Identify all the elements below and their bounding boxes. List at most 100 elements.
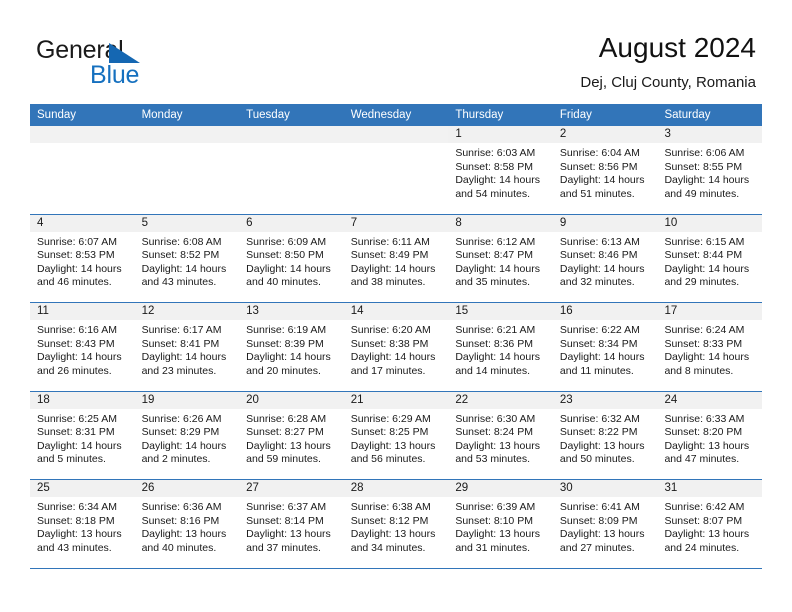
daylight-text-line1: Daylight: 14 hours <box>37 262 122 275</box>
daylight-text-line1: Daylight: 13 hours <box>664 528 750 541</box>
day-cell[interactable]: 2 Sunrise: 6:04 AM Sunset: 8:56 PM Daylight… <box>552 126 658 214</box>
day-cell[interactable]: 31 Sunrise: 6:42 AM Sunset: 8:07 PM Dayligh… <box>657 480 763 568</box>
sunrise-text: Sunrise: 6:03 AM <box>455 147 536 159</box>
day-cell[interactable]: 15 Sunrise: 6:21 AM Sunset: 8:36 PM Dayligh… <box>448 303 553 391</box>
daylight-text-line2: and 43 minutes. <box>141 276 217 289</box>
day-cell[interactable]: 30 Sunrise: 6:41 AM Sunset: 8:09 PM Dayligh… <box>552 480 658 568</box>
daylight-text-line1: Daylight: 13 hours <box>37 528 122 541</box>
day-cell[interactable]: 5 Sunrise: 6:08 AM Sunset: 8:52 PM Daylight… <box>134 214 240 302</box>
daylight-text-line2: and 8 minutes. <box>664 364 734 377</box>
day-cell[interactable]: 11 Sunrise: 6:16 AM Sunset: 8:43 PM Dayligh… <box>30 303 135 391</box>
day-number: 5 <box>141 216 148 229</box>
daylight-text-line2: and 50 minutes. <box>559 453 635 466</box>
sunrise-text: Sunrise: 6:06 AM <box>664 147 745 159</box>
day-cell[interactable]: 7 Sunrise: 6:11 AM Sunset: 8:49 PM Daylight… <box>343 214 449 302</box>
day-cell[interactable]: 3 Sunrise: 6:06 AM Sunset: 8:55 PM Daylight… <box>657 126 763 214</box>
day-cell[interactable]: 10 Sunrise: 6:15 AM Sunset: 8:44 PM Dayligh… <box>657 214 763 302</box>
day-cell[interactable]: 19 Sunrise: 6:26 AM Sunset: 8:29 PM Dayligh… <box>134 391 240 479</box>
sunrise-text: Sunrise: 6:39 AM <box>455 501 536 513</box>
day-cell[interactable]: 24 Sunrise: 6:33 AM Sunset: 8:20 PM Dayligh… <box>657 391 763 479</box>
daylight-text-line1: Daylight: 13 hours <box>455 439 540 452</box>
day-cell[interactable]: 14 Sunrise: 6:20 AM Sunset: 8:38 PM Dayligh… <box>343 303 449 391</box>
triangle-icon <box>109 43 140 63</box>
day-cell[interactable]: 29 Sunrise: 6:39 AM Sunset: 8:10 PM Dayligh… <box>448 480 553 568</box>
day-cell[interactable]: 13 Sunrise: 6:19 AM Sunset: 8:39 PM Dayligh… <box>239 303 344 391</box>
day-number: 27 <box>246 482 259 494</box>
day-cell[interactable]: 26 Sunrise: 6:36 AM Sunset: 8:16 PM Dayligh… <box>134 480 240 568</box>
sunset-text: Sunset: 8:20 PM <box>664 426 743 439</box>
daylight-text-line2: and 49 minutes. <box>664 187 740 200</box>
daylight-text-line1: Daylight: 14 hours <box>559 174 645 187</box>
sunrise-text: Sunrise: 6:04 AM <box>559 147 640 159</box>
day-cell[interactable]: 16 Sunrise: 6:22 AM Sunset: 8:34 PM Dayligh… <box>552 303 658 391</box>
calendar-grid: Sunday Monday Tuesday Wednesday Thursday Frid… <box>30 104 763 569</box>
day-number: 18 <box>37 393 50 406</box>
daylight-text-line1: Daylight: 14 hours <box>455 174 540 187</box>
day-number-band: 22 <box>448 391 553 409</box>
daylight-text-line1: Daylight: 14 hours <box>141 351 227 364</box>
daylight-text-line2: and 37 minutes. <box>246 541 321 554</box>
day-number-band: 3 <box>657 126 763 143</box>
day-number-band: 30 <box>552 480 658 497</box>
day-number: 20 <box>246 393 259 406</box>
day-cell[interactable]: 17 Sunrise: 6:24 AM Sunset: 8:33 PM Dayligh… <box>657 303 763 391</box>
day-cell[interactable]: 1 Sunrise: 6:03 AM Sunset: 8:58 PM Daylight… <box>448 126 553 214</box>
daylight-text-line2: and 40 minutes. <box>246 276 321 289</box>
day-cell[interactable]: 18 Sunrise: 6:25 AM Sunset: 8:31 PM Dayligh… <box>30 391 135 479</box>
brand-name-blue: Blue <box>90 61 140 89</box>
day-number-band <box>134 126 240 143</box>
weekday-header-saturday: Saturday <box>664 109 711 121</box>
day-cell[interactable]: 25 Sunrise: 6:34 AM Sunset: 8:18 PM Dayligh… <box>30 480 135 568</box>
sunset-text: Sunset: 8:58 PM <box>455 160 533 173</box>
day-cell[interactable]: 4 Sunrise: 6:07 AM Sunset: 8:53 PM Daylight… <box>30 214 135 302</box>
sunset-text: Sunset: 8:39 PM <box>246 337 324 350</box>
sunset-text: Sunset: 8:36 PM <box>455 337 533 350</box>
day-number-band: 19 <box>134 391 240 409</box>
day-info: Sunrise: 6:24 AM Sunset: 8:33 PM Daylight:… <box>657 320 762 378</box>
day-number-band: 24 <box>657 391 763 409</box>
day-number: 14 <box>350 305 364 317</box>
sunset-text: Sunset: 8:22 PM <box>559 426 638 439</box>
sunset-text: Sunset: 8:18 PM <box>37 514 115 527</box>
daylight-text-line1: Daylight: 13 hours <box>559 528 645 541</box>
day-info: Sunrise: 6:22 AM Sunset: 8:34 PM Daylight:… <box>553 320 658 378</box>
day-cell[interactable]: 23 Sunrise: 6:32 AM Sunset: 8:22 PM Dayligh… <box>552 391 658 479</box>
daylight-text-line1: Daylight: 14 hours <box>455 262 540 275</box>
day-info: Sunrise: 6:25 AM Sunset: 8:31 PM Daylight:… <box>30 409 135 467</box>
day-info: Sunrise: 6:07 AM Sunset: 8:53 PM Daylight:… <box>30 232 135 290</box>
weekday-header-monday: Monday <box>141 109 183 121</box>
day-info: Sunrise: 6:28 AM Sunset: 8:27 PM Daylight:… <box>239 409 344 467</box>
day-cell-empty <box>134 126 240 214</box>
daylight-text-line1: Daylight: 14 hours <box>37 439 122 452</box>
day-cell[interactable]: 28 Sunrise: 6:38 AM Sunset: 8:12 PM Dayligh… <box>343 480 449 568</box>
day-number: 2 <box>559 128 567 140</box>
weekday-header-thursday: Thursday <box>455 109 504 121</box>
sunset-text: Sunset: 8:09 PM <box>559 514 638 527</box>
day-number-band: 6 <box>239 214 344 232</box>
day-cell[interactable]: 9 Sunrise: 6:13 AM Sunset: 8:46 PM Daylight… <box>552 214 658 302</box>
day-cell[interactable]: 22 Sunrise: 6:30 AM Sunset: 8:24 PM Dayligh… <box>448 391 553 479</box>
day-info: Sunrise: 6:08 AM Sunset: 8:52 PM Daylight:… <box>135 232 240 290</box>
daylight-text-line2: and 35 minutes. <box>455 276 531 289</box>
calendar-body: 1 Sunrise: 6:03 AM Sunset: 8:58 PM Daylight… <box>30 126 763 569</box>
sunrise-text: Sunrise: 6:09 AM <box>246 235 327 248</box>
weekday-header-tuesday: Tuesday <box>246 109 290 121</box>
day-cell[interactable]: 12 Sunrise: 6:17 AM Sunset: 8:41 PM Dayligh… <box>134 303 240 391</box>
sunset-text: Sunset: 8:43 PM <box>37 337 115 350</box>
day-cell[interactable]: 6 Sunrise: 6:09 AM Sunset: 8:50 PM Daylight… <box>239 214 344 302</box>
brand-logo: General Blue <box>36 36 266 92</box>
day-number-band: 17 <box>657 303 763 320</box>
day-number-band: 5 <box>134 214 240 232</box>
sunset-text: Sunset: 8:55 PM <box>664 160 743 173</box>
sunrise-text: Sunrise: 6:22 AM <box>559 324 640 336</box>
daylight-text-line1: Daylight: 14 hours <box>350 351 436 364</box>
day-info: Sunrise: 6:34 AM Sunset: 8:18 PM Daylight:… <box>30 497 135 555</box>
day-cell-empty <box>30 126 135 214</box>
day-number-band: 26 <box>134 480 240 497</box>
day-cell[interactable]: 8 Sunrise: 6:12 AM Sunset: 8:47 PM Daylight… <box>448 214 553 302</box>
day-cell[interactable]: 27 Sunrise: 6:37 AM Sunset: 8:14 PM Dayligh… <box>239 480 344 568</box>
sunrise-text: Sunrise: 6:30 AM <box>455 412 536 425</box>
day-cell[interactable]: 21 Sunrise: 6:29 AM Sunset: 8:25 PM Dayligh… <box>343 391 449 479</box>
day-cell[interactable]: 20 Sunrise: 6:28 AM Sunset: 8:27 PM Dayligh… <box>239 391 344 479</box>
sunset-text: Sunset: 8:49 PM <box>350 249 429 262</box>
